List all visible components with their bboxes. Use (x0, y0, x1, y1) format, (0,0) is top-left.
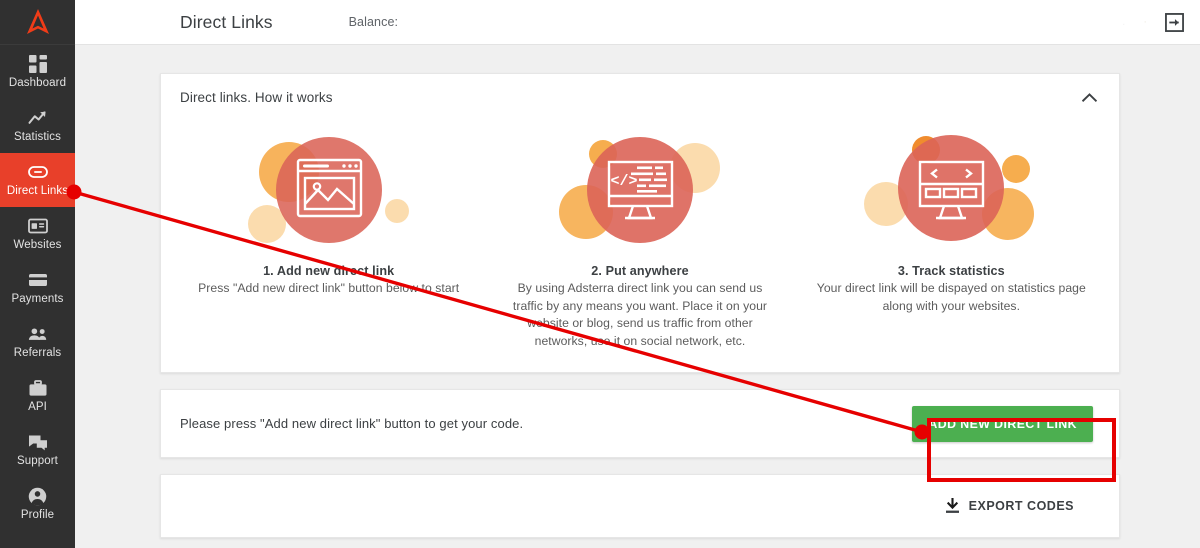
app-root: Dashboard Statistics Direct Links Websit… (0, 0, 1200, 548)
briefcase-icon (28, 378, 48, 398)
sidebar-item-profile[interactable]: Profile (0, 477, 75, 531)
how-it-works-header: Direct links. How it works (161, 74, 1119, 120)
export-codes-label: EXPORT CODES (968, 499, 1074, 513)
export-codes-button[interactable]: EXPORT CODES (945, 498, 1074, 514)
browser-window-image-icon (234, 126, 424, 258)
sidebar-item-referrals[interactable]: Referrals (0, 315, 75, 369)
people-icon (28, 324, 48, 344)
how-it-works-title: Direct links. How it works (180, 89, 333, 105)
sidebar-item-support[interactable]: Support (0, 423, 75, 477)
chat-bubbles-icon (28, 432, 48, 452)
sidebar-item-label: Statistics (13, 131, 61, 143)
sidebar-item-label: Support (17, 455, 58, 467)
web-card-icon (27, 216, 48, 236)
sidebar-item-api[interactable]: API (0, 369, 75, 423)
balance-label: Balance: (348, 15, 399, 29)
chevron-up-icon[interactable] (1082, 92, 1097, 102)
add-direct-link-card: Please press "Add new direct link" butto… (160, 389, 1120, 458)
step-description: Your direct link will be dispayed on sta… (816, 281, 1086, 313)
monitor-statistics-icon (856, 126, 1046, 258)
account-circle-icon (28, 486, 48, 506)
step-title: 2. Put anywhere (591, 264, 689, 278)
sidebar-item-statistics[interactable]: Statistics (0, 99, 75, 153)
sidebar-item-label: Profile (20, 509, 55, 521)
credit-card-icon (28, 270, 48, 290)
page-title: Direct Links (180, 11, 273, 32)
adsterra-a-logo-icon (22, 7, 54, 37)
steps-row: 1. Add new direct link Press "Add new di… (161, 120, 1119, 372)
faint-mark-1: . (1122, 16, 1126, 28)
logout-arrow-icon[interactable] (1165, 12, 1184, 32)
step-title: 1. Add new direct link (263, 264, 395, 278)
how-it-works-card: Direct links. How it works 1. Add new di… (160, 73, 1120, 373)
sidebar-item-label: Referrals (13, 347, 62, 359)
sidebar-item-direct-links[interactable]: Direct Links (0, 153, 75, 207)
top-bar: Direct Links Balance: . · (75, 0, 1200, 45)
svg-text:</>: </> (610, 173, 637, 190)
step-description: By using Adsterra direct link you can se… (512, 281, 768, 348)
sidebar-item-label: Direct Links (6, 185, 69, 197)
step-title: 3. Track statistics (897, 264, 1005, 278)
sidebar-item-label: API (28, 401, 47, 413)
top-bar-right: . · (1122, 12, 1200, 32)
sidebar-item-label: Payments (11, 293, 64, 305)
codes-card: EXPORT CODES (160, 474, 1120, 538)
sidebar-item-payments[interactable]: Payments (0, 261, 75, 315)
link-chain-icon (27, 162, 48, 182)
main-area: Direct Links Balance: . · Direct links. (75, 0, 1200, 548)
sidebar-item-dashboard[interactable]: Dashboard (0, 45, 75, 99)
export-row: EXPORT CODES (161, 475, 1119, 537)
sidebar-item-label: Websites (13, 239, 62, 251)
faint-mark-2: · (1143, 16, 1147, 28)
trending-up-icon (28, 108, 48, 128)
sidebar: Dashboard Statistics Direct Links Websit… (0, 0, 75, 548)
sidebar-item-label: Dashboard (8, 77, 67, 89)
monitor-code-icon: </> (545, 126, 735, 258)
add-new-direct-link-button[interactable]: ADD NEW DIRECT LINK (912, 405, 1093, 442)
cta-row: Please press "Add new direct link" butto… (161, 390, 1119, 457)
sidebar-item-websites[interactable]: Websites (0, 207, 75, 261)
dashboard-grid-icon (28, 54, 48, 74)
step-1: 1. Add new direct link Press "Add new di… (173, 126, 484, 350)
download-icon (945, 498, 960, 514)
cta-text: Please press "Add new direct link" butto… (180, 416, 524, 431)
content-area: Direct links. How it works 1. Add new di… (75, 45, 1200, 548)
step-3: 3. Track statistics Your direct link wil… (796, 126, 1107, 350)
brand-logo[interactable] (0, 0, 75, 45)
step-description: Press "Add new direct link" button below… (198, 281, 460, 295)
step-2: </> 2. Put anywhere By using Adsterra di… (484, 126, 795, 350)
